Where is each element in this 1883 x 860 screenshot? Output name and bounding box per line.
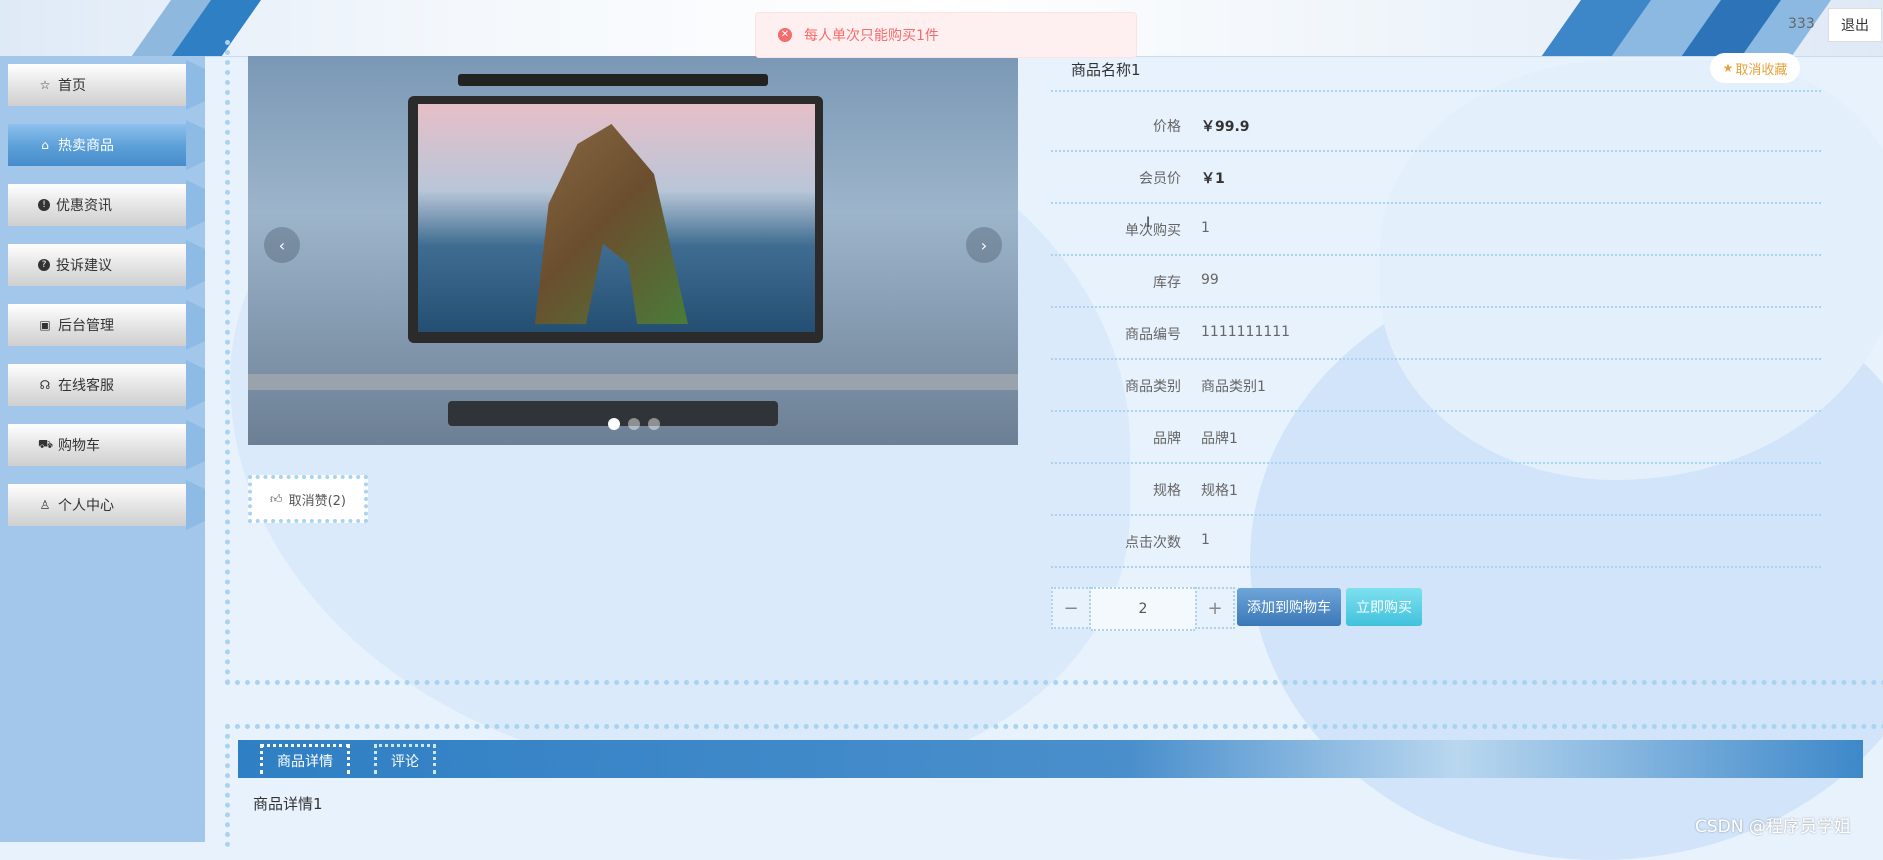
info-row-clicks: 点击次数 1 [1051,516,1821,568]
field-value: ￥1 [1201,171,1225,187]
field-label: 品牌 [1153,431,1181,447]
field-value: 品牌1 [1201,431,1238,447]
info-row-price: 价格 ￥99.9 [1051,100,1821,152]
sidebar-item-hot-products[interactable]: ⌂ 热卖商品 [0,120,205,170]
field-label: 会员价 [1139,171,1181,187]
sidebar-item-promotions[interactable]: ! 优惠资讯 [0,180,205,230]
tab-product-detail[interactable]: 商品详情 [260,744,350,774]
quantity-input[interactable] [1091,587,1195,631]
info-row-stock: 库存 99 [1051,256,1821,308]
cart-icon: ⛟ [38,437,54,451]
sidebar-item-home[interactable]: ☆ 首页 [0,60,205,110]
bag-icon: ⌂ [41,138,49,152]
sidebar-item-profile[interactable]: ♙ 个人中心 [0,480,205,530]
field-label: 商品类别 [1125,379,1181,395]
like-label: 取消赞(2) [288,493,346,509]
carousel-dot[interactable] [608,418,620,430]
product-title-row: 商品名称1 ★ 取消收藏 [1051,48,1821,92]
product-detail-content: 商品详情1 [253,795,323,813]
unfavorite-button[interactable]: ★ 取消收藏 [1710,53,1800,83]
favorite-label: 取消收藏 [1735,62,1788,78]
sidebar-item-admin[interactable]: ▣ 后台管理 [0,300,205,350]
info-row-brand: 品牌 品牌1 [1051,412,1821,464]
sidebar-item-label: 首页 [58,78,86,94]
sidebar-item-label: 后台管理 [58,318,114,334]
briefcase-icon: ▣ [39,318,51,332]
sidebar-item-customer-service[interactable]: ☊ 在线客服 [0,360,205,410]
chevron-right-icon[interactable]: › [966,227,1002,263]
sidebar-item-cart[interactable]: ⛟ 购物车 [0,420,205,470]
field-label: 规格 [1153,483,1181,499]
field-label: 价格 [1153,119,1181,135]
field-value: ￥99.9 [1201,119,1250,135]
logout-button[interactable]: 退出 [1828,8,1882,42]
monitor-light-bar [458,74,768,86]
carousel-indicators [608,418,660,430]
field-label: 点击次数 [1125,535,1181,551]
error-message-toast: ✕ 每人单次只能购买1件 [755,12,1137,58]
sidebar-item-label: 热卖商品 [58,138,114,154]
carousel-dot[interactable] [628,418,640,430]
carousel-dot[interactable] [648,418,660,430]
unlike-button[interactable]: 👍︎ 取消赞(2) [248,475,368,523]
monitor-screen [418,104,815,332]
sidebar: ☆ 首页 ⌂ 热卖商品 ! 优惠资讯 ? 投诉建议 ▣ 后台管理 ☊ 在线客服 ⛟ 购物车 ♙… [0,56,205,842]
star-icon: ★ [1722,61,1734,75]
watermark: CSDN @程序员学姐 [1695,817,1851,837]
field-value: 商品类别1 [1201,379,1266,395]
username-label: 333 [1788,16,1815,32]
sidebar-item-label: 购物车 [58,438,100,454]
error-circle-icon: ✕ [778,28,792,42]
star-icon: ☆ [39,78,51,92]
field-value: 1111111111 [1201,324,1291,340]
sidebar-item-label: 个人中心 [58,498,114,514]
sidebar-item-label: 优惠资讯 [56,198,112,214]
field-value: 1 [1201,220,1210,236]
alert-icon: ! [38,199,50,211]
detail-tabs-bar: 商品详情 评论 [238,740,1863,778]
tab-comments[interactable]: 评论 [374,744,436,774]
text-cursor-icon: I [1146,215,1151,231]
field-label: 商品编号 [1125,327,1181,343]
info-row-product-code: 商品编号 1111111111 [1051,308,1821,360]
increase-quantity-button[interactable]: + [1195,587,1235,629]
info-row-category: 商品类别 商品类别1 [1051,360,1821,412]
sidebar-item-complaints[interactable]: ? 投诉建议 [0,240,205,290]
toast-message: 每人单次只能购买1件 [804,28,939,44]
chevron-left-icon[interactable]: ‹ [264,227,300,263]
info-row-spec: 规格 规格1 [1051,464,1821,516]
desk [248,374,1018,390]
user-icon: ♙ [39,498,51,512]
rock-arch-wallpaper [535,124,688,324]
sidebar-item-label: 投诉建议 [56,258,112,274]
question-icon: ? [38,259,50,271]
product-image-carousel[interactable]: ‹ › [248,56,1018,445]
field-label: 库存 [1153,275,1181,291]
headset-icon: ☊ [39,378,51,392]
decrease-quantity-button[interactable]: − [1051,587,1091,629]
field-value: 99 [1201,272,1219,288]
buy-now-button[interactable]: 立即购买 [1346,588,1422,626]
field-label: 单次购买 [1125,223,1181,239]
field-value: 1 [1201,532,1210,548]
field-value: 规格1 [1201,483,1238,499]
product-name: 商品名称1 [1071,61,1141,79]
info-row-member-price: 会员价 ￥1 [1051,152,1821,204]
thumbs-up-icon: 👍︎ [270,491,283,506]
add-to-cart-button[interactable]: 添加到购物车 [1237,588,1341,626]
quantity-stepper: − + [1051,587,1235,631]
sidebar-item-label: 在线客服 [58,378,114,394]
info-row-per-order: 单次购买 1 [1051,204,1821,256]
